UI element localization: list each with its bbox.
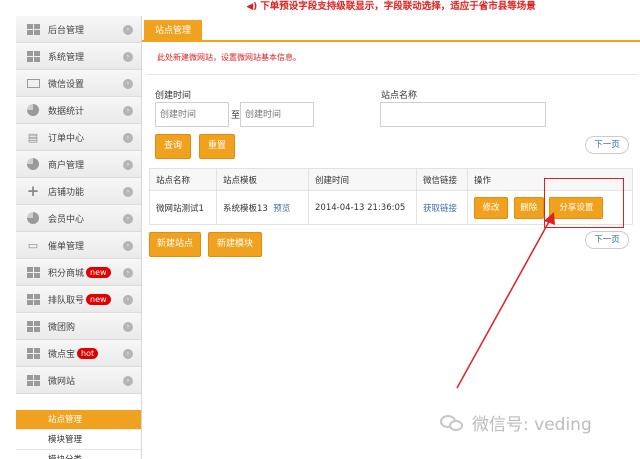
sidebar-subitem-module-management[interactable]: 模块管理 <box>16 430 141 450</box>
chevron-icon: › <box>123 376 133 386</box>
sidebar-item-points-mall[interactable]: 积分商城 new › <box>16 259 141 286</box>
pie-icon <box>26 104 40 116</box>
sidebar-item-microsite[interactable]: 微网站 › <box>16 367 141 394</box>
chevron-icon: › <box>123 79 133 89</box>
sidebar-item-reminders[interactable]: ▭ 催单管理 › <box>16 232 141 259</box>
chevron-icon: › <box>123 322 133 332</box>
plus-icon: + <box>26 182 40 200</box>
wechat-icon <box>440 413 466 433</box>
grid-icon <box>26 266 40 278</box>
top-banner: ◀) 下单预设字段支持级联显示，字段联动选择，适应于省市县等场景 <box>142 0 640 16</box>
sidebar-item-statistics[interactable]: 数据统计 › <box>16 97 141 124</box>
sidebar-subitem-site-management[interactable]: 站点管理 <box>16 410 141 430</box>
annotation-arrow <box>456 212 555 389</box>
sidebar-item-queue[interactable]: 排队取号 new › <box>16 286 141 313</box>
new-badge: new <box>86 293 111 305</box>
sidebar-item-orders[interactable]: ▤ 订单中心 › <box>16 124 141 151</box>
folder-icon: ▭ <box>27 238 39 252</box>
grid-icon <box>26 374 40 386</box>
sidebar-item-backend[interactable]: 后台管理 › <box>16 16 141 43</box>
chevron-icon: › <box>123 214 133 224</box>
chevron-icon: › <box>123 295 133 305</box>
banner-text: 下单预设字段支持级联显示，字段联动选择，适应于省市县等场景 <box>260 1 536 12</box>
pie-icon <box>26 212 40 224</box>
sidebar-item-merchants[interactable]: 商户管理 › <box>16 151 141 178</box>
chevron-icon: › <box>123 25 133 35</box>
watermark-text: 微信号: veding <box>472 415 592 435</box>
chevron-icon: › <box>123 52 133 62</box>
printer-icon: ▤ <box>27 130 39 144</box>
main-panel: 站点管理 此处新建微网站，设置微网站基本信息。 创建时间 至 站点名称 查询 重… <box>142 16 640 459</box>
sidebar: 后台管理 › 系统管理 › 微信设置 › 数据统计 › ▤ 订单中心 › 商户管… <box>16 16 142 459</box>
grid-icon <box>26 50 40 62</box>
chevron-icon: › <box>123 187 133 197</box>
sidebar-item-store[interactable]: + 店铺功能 › <box>16 178 141 205</box>
sidebar-item-weidianbao[interactable]: 微点宝 hot › <box>16 340 141 367</box>
new-badge: new <box>86 266 111 278</box>
chevron-icon: › <box>123 268 133 278</box>
grid-icon <box>26 23 40 35</box>
pie-icon <box>26 158 40 170</box>
sidebar-item-system[interactable]: 系统管理 › <box>16 43 141 70</box>
speaker-icon: ◀) <box>246 2 258 12</box>
grid-icon <box>26 347 40 359</box>
grid-icon <box>26 320 40 332</box>
grid-icon <box>26 293 40 305</box>
chevron-icon: › <box>123 106 133 116</box>
chevron-icon: › <box>123 133 133 143</box>
chevron-icon: › <box>123 349 133 359</box>
chevron-icon: › <box>123 241 133 251</box>
sidebar-item-members[interactable]: 会员中心 › <box>16 205 141 232</box>
mail-icon <box>26 77 40 89</box>
chevron-icon: › <box>123 160 133 170</box>
sidebar-subitem-module-category[interactable]: 模块分类 <box>16 450 141 459</box>
watermark: 微信号: veding <box>440 410 592 435</box>
sidebar-item-group-buy[interactable]: 微团购 › <box>16 313 141 340</box>
hot-badge: hot <box>77 347 99 359</box>
sidebar-item-wechat-settings[interactable]: 微信设置 › <box>16 70 141 97</box>
